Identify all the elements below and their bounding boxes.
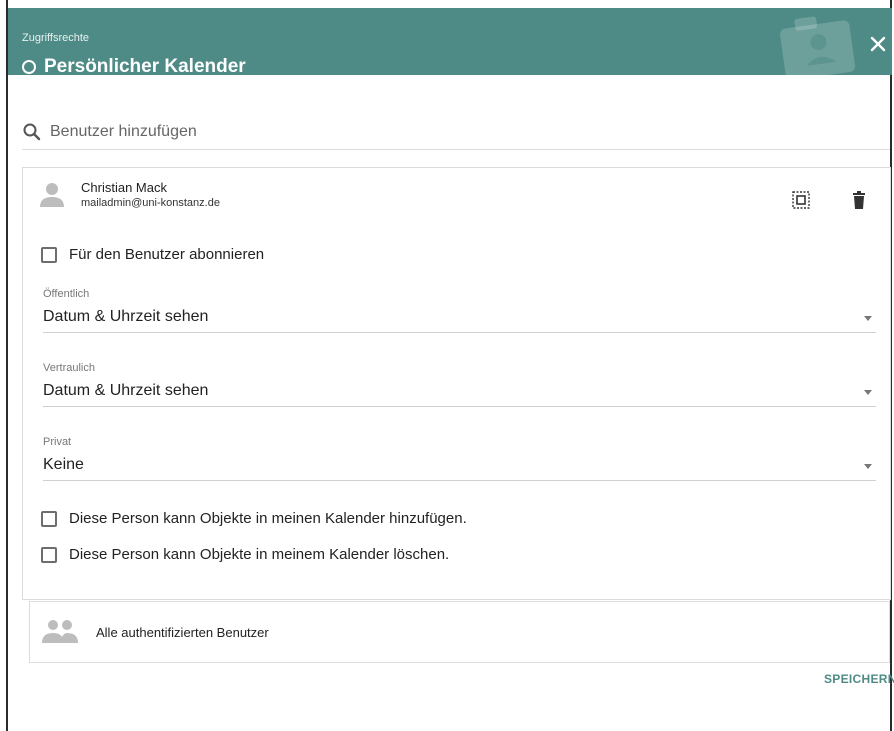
confidential-permission-field: Vertraulich Datum & Uhrzeit sehen <box>43 362 876 407</box>
private-permission-field: Privat Keine <box>43 436 876 481</box>
contact-card-icon <box>780 16 856 75</box>
can-add-checkbox[interactable] <box>41 510 57 527</box>
user-email: mailadmin@uni-konstanz.de <box>81 197 220 209</box>
can-delete-checkbox[interactable] <box>41 546 57 563</box>
subscribe-checkbox[interactable] <box>41 246 57 263</box>
search-bar <box>22 115 890 150</box>
user-text: Christian Mack mailadmin@uni-konstanz.de <box>81 180 220 209</box>
confidential-label: Vertraulich <box>43 362 95 374</box>
public-permission-select[interactable]: Datum & Uhrzeit sehen <box>43 308 876 333</box>
dialog-title-row: Persönlicher Kalender <box>22 56 246 75</box>
public-permission-field: Öffentlich Datum & Uhrzeit sehen <box>43 288 876 333</box>
people-icon <box>42 620 78 643</box>
private-permission-value: Keine <box>43 456 84 473</box>
search-icon <box>23 123 41 141</box>
dialog: Zugriffsrechte Persönlicher Kalender Ben… <box>6 0 894 731</box>
dialog-header: Zugriffsrechte Persönlicher Kalender <box>8 8 892 75</box>
trash-icon[interactable] <box>849 190 869 210</box>
chevron-down-icon <box>864 464 872 469</box>
confidential-permission-value: Datum & Uhrzeit sehen <box>43 382 209 399</box>
user-name: Christian Mack <box>81 180 167 195</box>
can-delete-label: Diese Person kann Objekte in meinem Kale… <box>69 546 450 563</box>
dialog-subtitle: Zugriffsrechte <box>22 32 90 44</box>
group-name: Alle authentifizierten Benutzer <box>96 624 269 640</box>
subscribe-checkbox-row[interactable]: Für den Benutzer abonnieren <box>41 246 264 263</box>
close-icon[interactable] <box>866 32 890 56</box>
person-icon <box>40 183 64 207</box>
dialog-title: Persönlicher Kalender <box>44 56 246 75</box>
user-info: Christian Mack mailadmin@uni-konstanz.de <box>37 180 220 210</box>
save-button[interactable]: SPEICHERN <box>824 672 894 686</box>
chevron-down-icon <box>864 316 872 321</box>
subscribe-label: Für den Benutzer abonnieren <box>69 246 265 263</box>
private-permission-select[interactable]: Keine <box>43 456 876 481</box>
confidential-permission-select[interactable]: Datum & Uhrzeit sehen <box>43 382 876 407</box>
status-circle-icon <box>22 60 36 74</box>
public-label: Öffentlich <box>43 288 90 300</box>
user-permission-card: Christian Mack mailadmin@uni-konstanz.de… <box>22 167 891 600</box>
add-user-input[interactable] <box>48 122 852 142</box>
can-add-checkbox-row[interactable]: Diese Person kann Objekte in meinen Kale… <box>41 510 467 527</box>
can-delete-checkbox-row[interactable]: Diese Person kann Objekte in meinem Kale… <box>41 546 449 563</box>
chevron-down-icon <box>864 390 872 395</box>
can-add-label: Diese Person kann Objekte in meinen Kale… <box>69 510 467 527</box>
group-list-item[interactable]: Alle authentifizierten Benutzer <box>29 601 890 663</box>
public-permission-value: Datum & Uhrzeit sehen <box>43 308 209 325</box>
select-all-icon[interactable] <box>791 190 811 210</box>
private-label: Privat <box>43 436 72 448</box>
